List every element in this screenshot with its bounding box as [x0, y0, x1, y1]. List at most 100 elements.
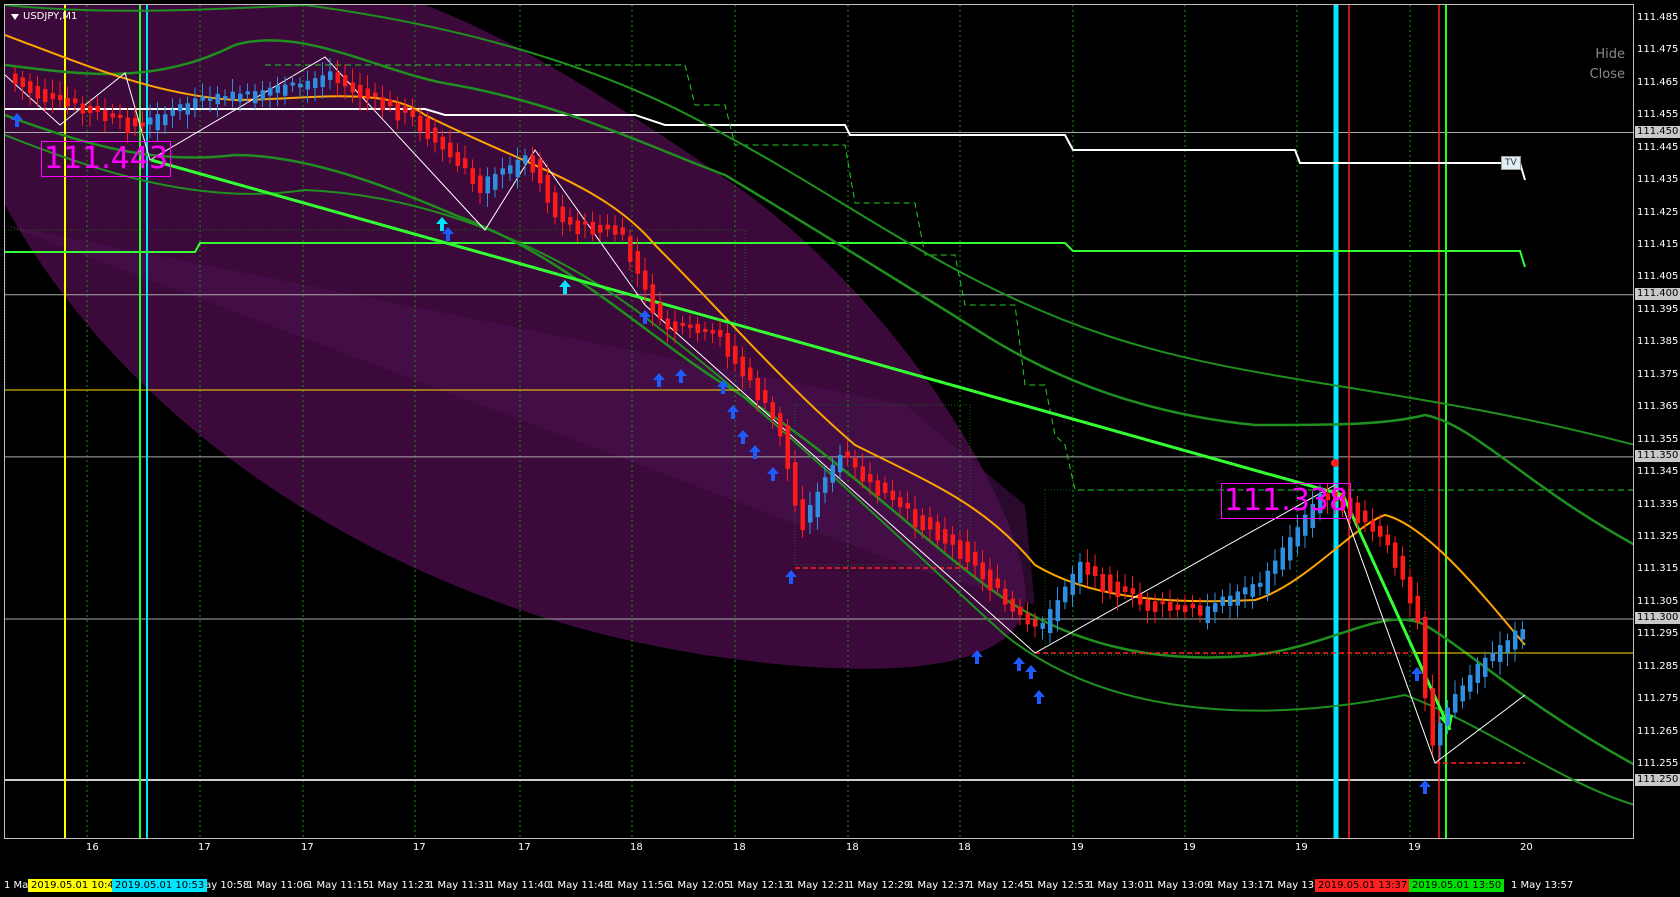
candle-body [298, 83, 303, 88]
candle-body [1018, 606, 1023, 616]
candle-body [1108, 574, 1113, 593]
candle-body [1048, 609, 1053, 634]
candle-body [1445, 707, 1450, 726]
candle-body [1115, 581, 1120, 598]
time-label: 1 May 13 [1268, 880, 1315, 891]
candle-body [170, 109, 175, 116]
price-level-tag: 111.400 [1635, 287, 1680, 300]
candle-body [485, 176, 490, 194]
candle-body [665, 318, 670, 330]
signal-arrow-icon [1013, 657, 1025, 671]
hour-label: 19 [1183, 842, 1196, 853]
time-axis[interactable]: 16 17 17 17 17 18 18 18 18 19 19 19 19 20 1 May 1 May 1… [0, 840, 1680, 897]
chart-canvas[interactable] [5, 5, 1634, 839]
symbol-title[interactable]: USDJPY,M1 [11, 11, 77, 22]
candle-body [380, 97, 385, 111]
high-price-label: 111.443 [41, 141, 172, 177]
candle-body [1490, 652, 1495, 662]
price-tick-label: 111.395 [1637, 303, 1679, 315]
candle-body [1160, 601, 1165, 605]
candle-body [478, 175, 483, 193]
price-tick-label: 111.345 [1637, 466, 1679, 478]
hide-button[interactable]: Hide [1595, 47, 1625, 62]
candle-body [125, 117, 130, 134]
candle-body [508, 165, 513, 174]
candle-body [283, 84, 288, 96]
price-tick-label: 111.415 [1637, 239, 1679, 251]
candle-body [320, 75, 325, 88]
candle-body [373, 92, 378, 97]
candle-body [73, 98, 78, 104]
candle-body [343, 75, 348, 87]
candle-body [515, 159, 520, 178]
candle-body [1423, 616, 1428, 699]
chart-plot-area[interactable]: USDJPY,M1 Hide Close TV 111.443 111.338 [4, 4, 1634, 839]
candle-body [928, 517, 933, 530]
candle-body [538, 159, 543, 184]
candle-body [658, 303, 663, 320]
dropdown-triangle-icon[interactable] [11, 13, 19, 20]
price-tick-label: 111.375 [1637, 368, 1679, 380]
candle-body [328, 71, 333, 80]
candle-body [815, 491, 820, 518]
candle-body [1250, 584, 1255, 597]
candle-body [853, 457, 858, 468]
time-label: 1 May 11:31 [428, 880, 491, 891]
candle-body [455, 152, 460, 166]
candle-body [1513, 630, 1518, 650]
candle-body [1430, 688, 1435, 746]
candle-body [1213, 603, 1218, 613]
candle-body [425, 118, 430, 139]
candle-body [590, 221, 595, 235]
candle-body [1273, 560, 1278, 574]
time-marker-tag: 2019.05.01 10:42 [28, 879, 124, 892]
time-label: 1 May 12:53 [1028, 880, 1091, 891]
price-tick-label: 111.305 [1637, 595, 1679, 607]
candle-body [613, 225, 618, 235]
price-tick-label: 111.355 [1637, 433, 1679, 445]
time-label: 1 May 12:37 [908, 880, 971, 891]
candle-body [50, 93, 55, 100]
candle-body [58, 94, 63, 101]
candle-body [980, 562, 985, 580]
candle-body [433, 127, 438, 143]
candle-body [418, 115, 423, 132]
price-tick-label: 111.475 [1637, 44, 1679, 56]
low-price-label: 111.338 [1221, 483, 1352, 519]
candle-body [560, 206, 565, 223]
hour-label: 18 [630, 842, 643, 853]
candle-body [245, 91, 250, 95]
candle-body [1220, 596, 1225, 606]
candle-body [43, 89, 48, 103]
candle-body [703, 328, 708, 332]
price-level-tag: 111.300 [1635, 612, 1680, 625]
candle-body [253, 91, 258, 104]
candle-body [725, 333, 730, 357]
candle-body [275, 85, 280, 93]
time-label: 1 May 12:05 [668, 880, 731, 891]
time-marker-tag: 2019.05.01 10:53 [112, 879, 208, 892]
price-tick-label: 111.335 [1637, 498, 1679, 510]
candle-body [995, 578, 1000, 589]
candle-body [1205, 606, 1210, 624]
candle-body [395, 103, 400, 121]
candle-body [898, 497, 903, 507]
chart-window[interactable]: USDJPY,M1 Hide Close TV 111.443 111.338 … [0, 0, 1680, 897]
close-button[interactable]: Close [1590, 67, 1625, 82]
candle-body [1130, 588, 1135, 595]
candle-body [28, 81, 33, 93]
time-label: 1 May 13:17 [1208, 880, 1271, 891]
candle-body [185, 103, 190, 115]
hour-label: 17 [413, 842, 426, 853]
candle-body [1010, 598, 1015, 612]
candle-body [178, 104, 183, 112]
candle-body [673, 321, 678, 332]
candle-body [133, 117, 138, 127]
time-marker-tag: 2019.05.01 13:37 [1315, 879, 1411, 892]
candle-body [1265, 570, 1270, 595]
price-axis[interactable]: 111.485 111.475 111.465 111.455 111.445 111.4… [1634, 0, 1680, 840]
candle-body [1295, 527, 1300, 547]
tv-button[interactable]: TV [1501, 156, 1521, 170]
candle-body [905, 503, 910, 509]
candle-body [1355, 502, 1360, 524]
